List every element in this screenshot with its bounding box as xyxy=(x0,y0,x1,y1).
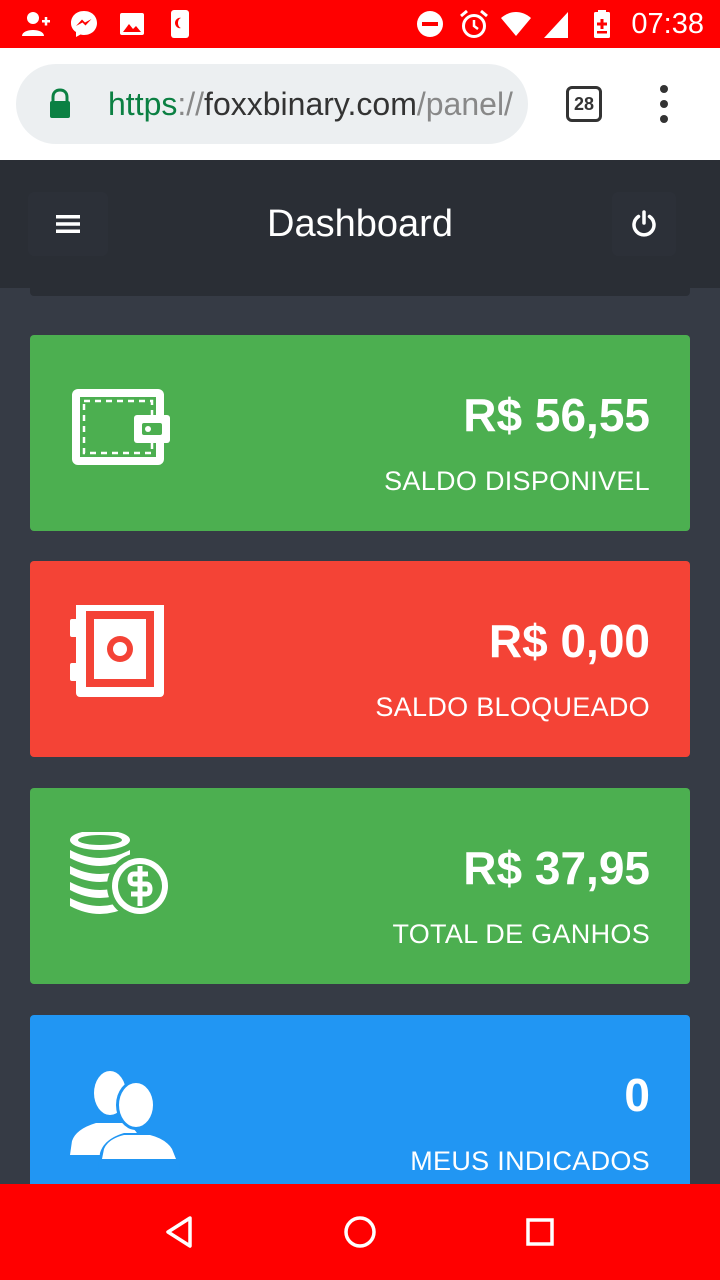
home-icon[interactable] xyxy=(336,1208,384,1256)
url-separator: :// xyxy=(177,86,205,122)
messenger-icon xyxy=(71,11,97,37)
card-label: TOTAL DE GANHOS xyxy=(392,919,650,949)
card-label: SALDO DISPONIVEL xyxy=(384,466,650,496)
browser-toolbar: https://foxxbinary.com/panel/ 28 xyxy=(0,48,720,160)
app-icon xyxy=(171,10,189,38)
lock-icon xyxy=(50,88,70,118)
card-value: R$ 0,00 xyxy=(488,615,650,667)
overflow-menu-icon[interactable] xyxy=(652,84,676,124)
card-value: 0 xyxy=(624,1069,650,1121)
card-total-de-ganhos: R$ 37,95 TOTAL DE GANHOS xyxy=(30,788,690,984)
header-underbar xyxy=(30,288,690,296)
clock: 07:38 xyxy=(631,8,704,40)
card-meus-indicados: 0 MEUS INDICADOS xyxy=(30,1015,690,1211)
tab-switcher-button[interactable]: 28 xyxy=(566,86,602,122)
coins-dollar-icon xyxy=(70,832,173,919)
card-saldo-bloqueado: R$ 0,00 SALDO BLOQUEADO xyxy=(30,561,690,757)
person-add-icon xyxy=(22,12,50,36)
do-not-disturb-icon xyxy=(417,11,443,37)
card-value: R$ 56,55 xyxy=(463,389,650,441)
card-label: SALDO BLOQUEADO xyxy=(375,692,650,722)
url-scheme: https xyxy=(108,86,178,122)
url-text[interactable]: https://foxxbinary.com/panel/ xyxy=(108,84,513,124)
alarm-icon xyxy=(460,9,488,38)
users-icon xyxy=(70,1071,180,1171)
url-host: foxxbinary.com xyxy=(204,86,417,122)
status-bar: 07:38 xyxy=(0,0,720,48)
card-saldo-disponivel: R$ 56,55 SALDO DISPONIVEL xyxy=(30,335,690,531)
recents-icon[interactable] xyxy=(516,1208,564,1256)
url-path: /panel/ xyxy=(416,86,513,122)
safe-icon xyxy=(70,605,164,697)
battery-charging-icon xyxy=(594,10,610,38)
system-navigation-bar xyxy=(0,1184,720,1280)
app-header: Dashboard xyxy=(0,160,720,288)
card-value: R$ 37,95 xyxy=(463,842,650,894)
back-icon[interactable] xyxy=(156,1208,204,1256)
address-bar[interactable]: https://foxxbinary.com/panel/ xyxy=(16,64,528,144)
wallet-icon xyxy=(72,389,170,465)
signal-icon xyxy=(544,12,568,38)
image-icon xyxy=(120,13,144,35)
power-icon xyxy=(632,210,656,237)
card-label: MEUS INDICADOS xyxy=(410,1146,650,1176)
wifi-icon xyxy=(501,12,531,36)
logout-button[interactable] xyxy=(612,192,676,256)
